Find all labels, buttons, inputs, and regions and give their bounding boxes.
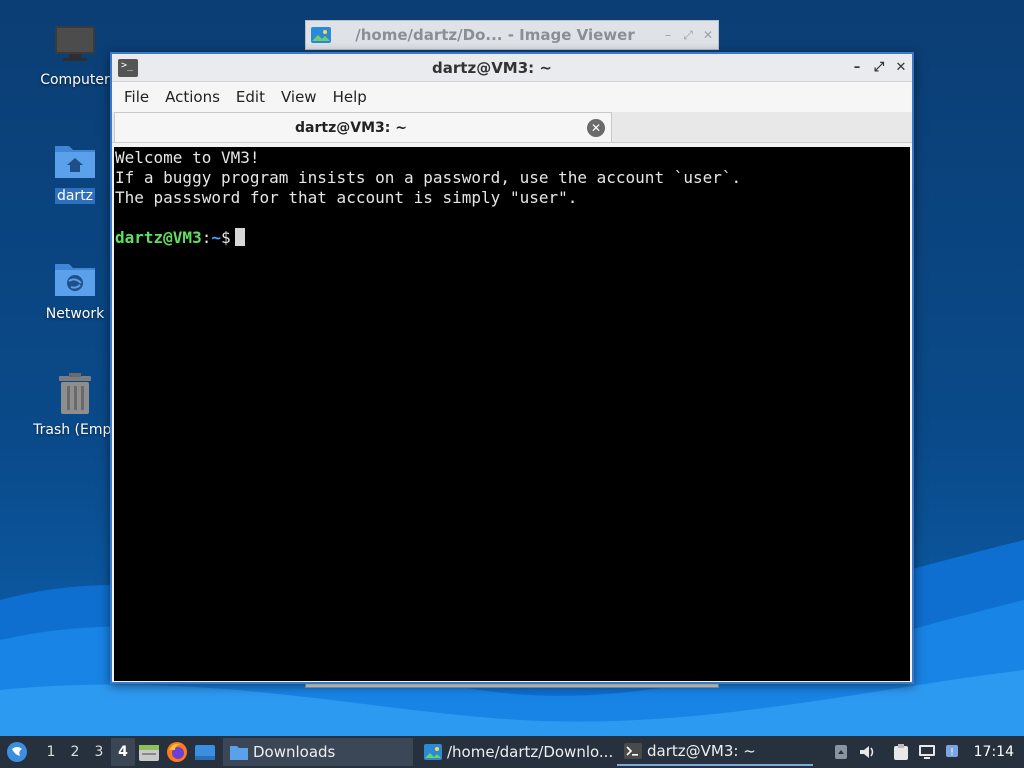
workspace-1[interactable]: 1 (39, 744, 63, 760)
tab-close-icon[interactable]: ✕ (587, 118, 605, 137)
workspace-3[interactable]: 3 (87, 744, 111, 760)
file-manager-launcher[interactable] (135, 738, 163, 766)
menu-file[interactable]: File (116, 88, 157, 106)
image-viewer-title: /home/dartz/Do... - Image Viewer (355, 26, 635, 44)
terminal-tab[interactable]: dartz@VM3: ~ ✕ (114, 112, 612, 142)
computer-icon (53, 22, 97, 66)
desktop-icon-label: dartz (54, 188, 96, 204)
clipboard-icon[interactable] (888, 738, 914, 766)
desktop-icon-home-folder[interactable]: dartz (27, 138, 123, 204)
show-desktop-launcher[interactable] (191, 738, 219, 766)
desktop-icon-label: Computer (40, 72, 110, 88)
svg-text:!: ! (950, 747, 954, 758)
prompt-path: ~ (211, 228, 221, 247)
start-menu-button[interactable] (3, 738, 31, 766)
terminal-screen[interactable]: Welcome to VM3! If a buggy program insist… (114, 147, 910, 681)
taskbar: 1 2 3 4 Downloads /home/dartz/Downlo... … (0, 736, 1024, 768)
desktop-icon (195, 745, 215, 760)
network-status-icon[interactable] (914, 738, 940, 766)
desktop-icon-label: Network (45, 306, 105, 322)
folder-icon (230, 746, 248, 760)
file-manager-icon (139, 745, 159, 761)
maximize-icon[interactable]: ⤢ (678, 28, 698, 43)
update-notifier-icon[interactable]: ! (940, 738, 966, 766)
image-viewer-icon (310, 26, 332, 44)
desktop-icon-trash[interactable]: Trash (Empt (27, 372, 123, 438)
start-menu-icon (7, 742, 27, 762)
terminal-blank-line: ​ (115, 208, 910, 228)
desktop-icon-network[interactable]: Network (27, 256, 123, 322)
terminal-icon (624, 743, 642, 759)
terminal-tab-title: dartz@VM3: ~ (295, 119, 407, 136)
home-folder-icon (53, 138, 97, 182)
system-tray: ! 17:14 (828, 738, 1024, 766)
prompt-symbol: $ (220, 228, 231, 247)
task-label: dartz@VM3: ~ (647, 742, 756, 760)
terminal-prompt-line: dartz@VM3:~$ (115, 228, 910, 248)
terminal-app-icon: >_ (118, 58, 138, 77)
prompt-separator: : (201, 228, 212, 247)
menu-view[interactable]: View (273, 88, 325, 106)
close-icon[interactable]: ✕ (890, 60, 912, 75)
image-viewer-icon (424, 744, 442, 760)
terminal-title: dartz@VM3: ~ (432, 58, 552, 77)
terminal-titlebar[interactable]: >_ dartz@VM3: ~ – ⤢ ✕ (112, 54, 912, 82)
image-viewer-titlebar[interactable]: /home/dartz/Do... - Image Viewer – ⤢ ✕ (305, 20, 719, 50)
menu-actions[interactable]: Actions (157, 88, 228, 106)
terminal-line: If a buggy program insists on a password… (115, 168, 742, 187)
terminal-line: Welcome to VM3! (115, 148, 260, 167)
menu-edit[interactable]: Edit (228, 88, 273, 106)
terminal-tabbar: dartz@VM3: ~ ✕ (112, 112, 912, 143)
firefox-icon (167, 742, 187, 762)
minimize-icon[interactable]: – (846, 60, 868, 75)
firefox-launcher[interactable] (163, 738, 191, 766)
network-folder-icon (53, 256, 97, 300)
text-cursor (234, 228, 245, 246)
terminal-window[interactable]: >_ dartz@VM3: ~ – ⤢ ✕ File Actions Edit … (110, 52, 914, 684)
task-label: Downloads (253, 743, 336, 761)
trash-icon (53, 372, 97, 416)
desktop-icon-label: Trash (Empt (33, 422, 117, 438)
clock[interactable]: 17:14 (966, 744, 1024, 760)
terminal-menubar: File Actions Edit View Help (112, 82, 912, 112)
workspace-2[interactable]: 2 (63, 744, 87, 760)
close-icon[interactable]: ✕ (698, 28, 718, 42)
prompt-user-host: dartz@VM3 (115, 228, 202, 247)
terminal-line: The passsword for that account is simply… (115, 188, 578, 207)
minimize-icon[interactable]: – (658, 28, 678, 42)
task-image-viewer[interactable]: /home/dartz/Downlo... (417, 738, 613, 766)
volume-icon[interactable] (854, 738, 880, 766)
task-label: /home/dartz/Downlo... (447, 743, 613, 761)
task-terminal[interactable]: dartz@VM3: ~ (617, 738, 813, 766)
task-downloads[interactable]: Downloads (223, 738, 413, 766)
desktop-icon-computer[interactable]: Computer (27, 22, 123, 88)
maximize-icon[interactable]: ⤢ (868, 60, 890, 75)
tray-arrow-icon[interactable] (828, 738, 854, 766)
workspace-4[interactable]: 4 (111, 738, 135, 766)
menu-help[interactable]: Help (325, 88, 375, 106)
